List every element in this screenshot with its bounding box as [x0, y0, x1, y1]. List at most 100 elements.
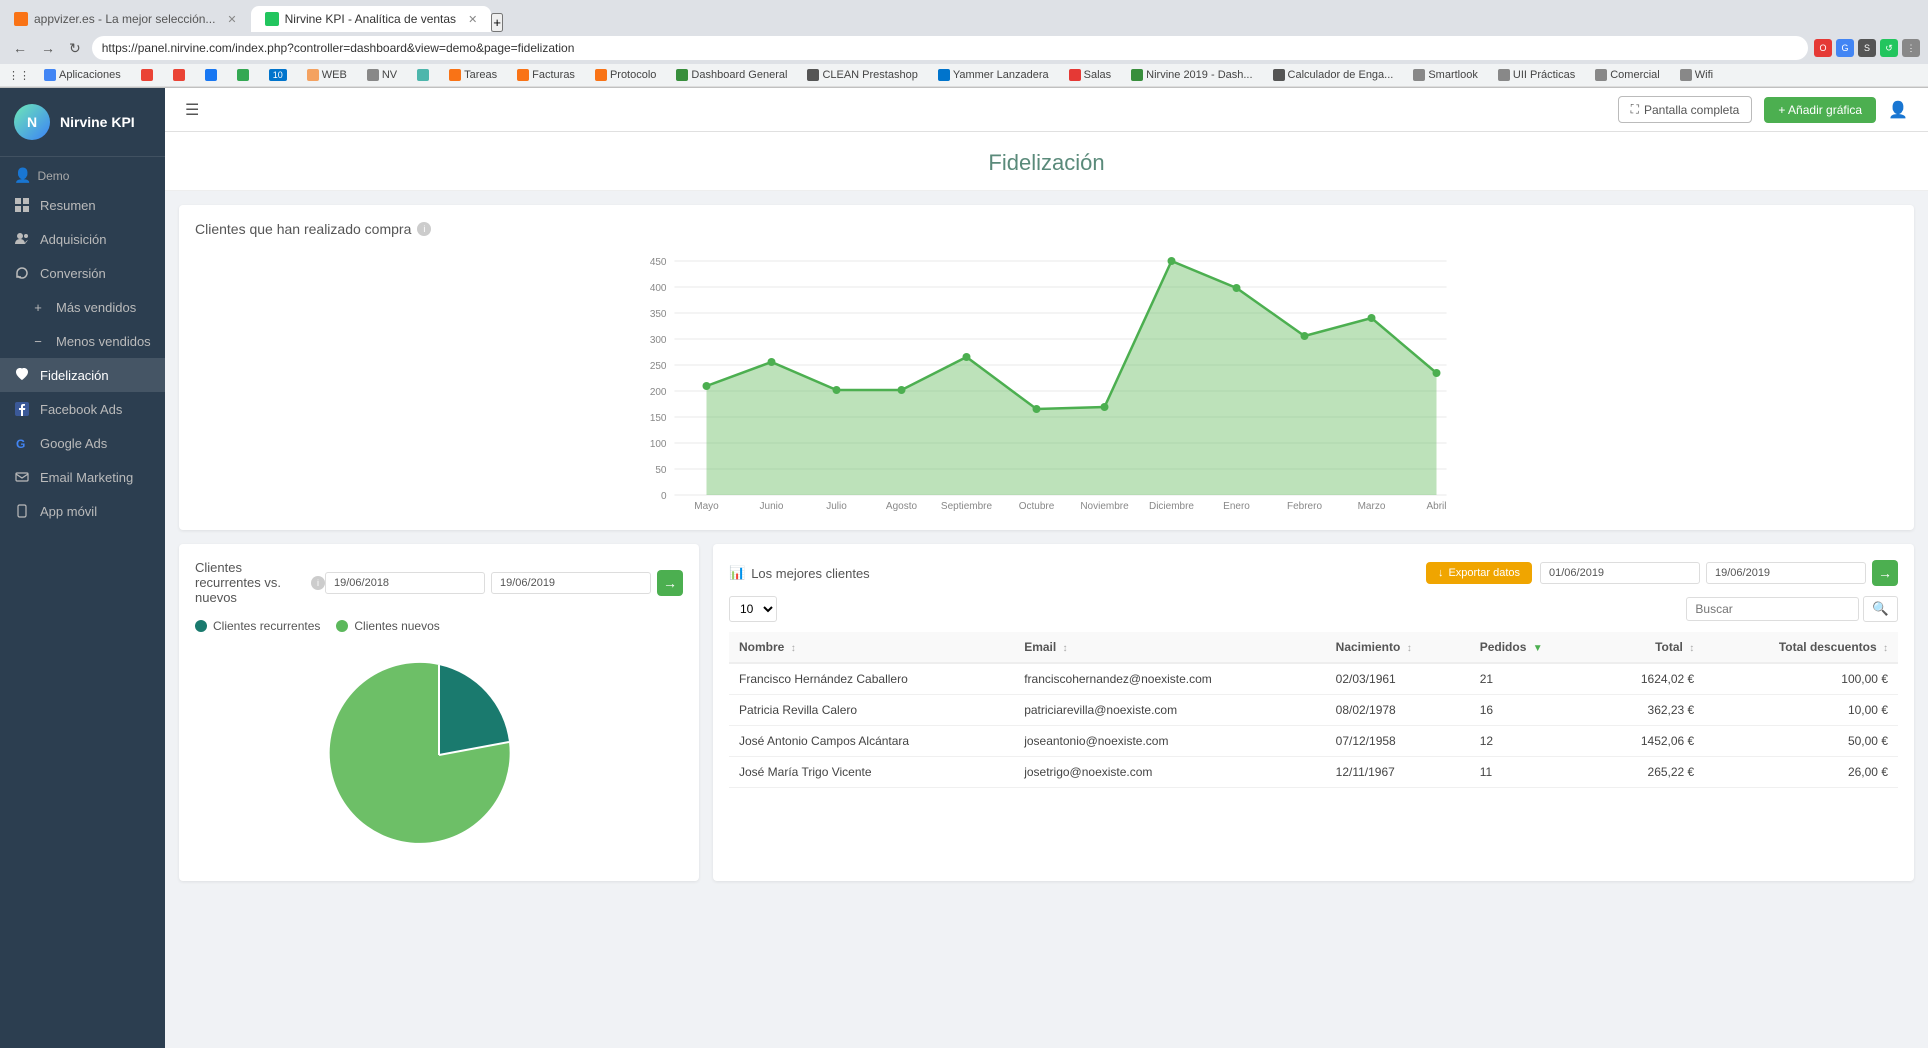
search-input[interactable] — [1686, 597, 1859, 621]
close-tab-appvizer[interactable]: ✕ — [227, 13, 236, 26]
svg-text:G: G — [16, 437, 25, 450]
th-nacimiento[interactable]: Nacimiento ↕ — [1326, 632, 1470, 663]
sort-email-icon[interactable]: ↕ — [1063, 643, 1068, 654]
forward-button[interactable]: → — [36, 37, 60, 60]
bookmark-protocolo[interactable]: Protocolo — [589, 67, 662, 83]
th-total[interactable]: Total ↕ — [1594, 632, 1704, 663]
clientes-table: Nombre ↕ Email ↕ Nacimiento ↕ — [729, 632, 1898, 788]
chart-container: 450 400 350 300 250 200 150 100 50 0 — [195, 251, 1898, 514]
ext-misc1[interactable]: S — [1858, 39, 1876, 57]
bookmark-facturas[interactable]: Facturas — [511, 67, 581, 83]
th-total-descuentos[interactable]: Total descuentos ↕ — [1704, 632, 1898, 663]
ext-misc2[interactable]: ↺ — [1880, 39, 1898, 57]
mejores-date-from[interactable] — [1540, 562, 1700, 584]
bookmarks-label: ⋮⋮ — [8, 69, 30, 82]
app-container: N Nirvine KPI 👤 Demo Resumen Adquisición… — [0, 88, 1928, 1048]
sidebar-item-google-ads[interactable]: G Google Ads — [0, 426, 165, 460]
bookmark-yammer[interactable]: Yammer Lanzadera — [932, 67, 1055, 83]
sidebar-item-facebook-ads[interactable]: Facebook Ads — [0, 392, 165, 426]
tab-nirvine[interactable]: Nirvine KPI - Analítica de ventas ✕ — [251, 6, 492, 32]
sort-nacimiento-icon[interactable]: ↕ — [1407, 643, 1412, 654]
back-button[interactable]: ← — [8, 37, 32, 60]
chart-info-icon[interactable]: i — [417, 222, 431, 236]
logo-letter: N — [27, 114, 37, 130]
cell-total: 1624,02 € — [1594, 663, 1704, 695]
ext-opera[interactable]: O — [1814, 39, 1832, 57]
svg-text:Marzo: Marzo — [1358, 501, 1386, 511]
fidelizacion-label: Fidelización — [40, 368, 109, 383]
facebook-ads-label: Facebook Ads — [40, 402, 122, 417]
recurrentes-info-icon[interactable]: i — [311, 576, 325, 590]
chart-point-noviembre — [1101, 403, 1109, 411]
bookmark-arrow[interactable] — [411, 67, 435, 83]
sidebar-item-mas-vendidos[interactable]: + Más vendidos — [0, 290, 165, 324]
bookmark-salas-label: Salas — [1084, 69, 1112, 81]
sidebar-item-resumen[interactable]: Resumen — [0, 188, 165, 222]
sidebar-item-menos-vendidos[interactable]: − Menos vendidos — [0, 324, 165, 358]
bookmark-dashboard-label: Dashboard General — [691, 69, 787, 81]
sort-descuentos-icon[interactable]: ↕ — [1883, 643, 1888, 654]
table-row: José María Trigo Vicente josetrigo@noexi… — [729, 757, 1898, 788]
bookmark-clean[interactable]: CLEAN Prestashop — [801, 67, 923, 83]
sidebar-item-adquisicion[interactable]: Adquisición — [0, 222, 165, 256]
mejores-date-to[interactable] — [1706, 562, 1866, 584]
chart-point-octubre — [1033, 405, 1041, 413]
ext-misc3[interactable]: ⋮ — [1902, 39, 1920, 57]
export-icon: ↓ — [1438, 567, 1444, 579]
bookmark-dashboard[interactable]: Dashboard General — [670, 67, 793, 83]
cell-pedidos: 11 — [1470, 757, 1594, 788]
sidebar-item-conversion[interactable]: Conversión — [0, 256, 165, 290]
count-select[interactable]: 10 25 50 — [729, 596, 777, 622]
bookmark-10[interactable]: 10 — [263, 67, 293, 83]
search-button[interactable]: 🔍 — [1863, 596, 1898, 622]
bookmark-g[interactable] — [135, 67, 159, 83]
sidebar-item-email-marketing[interactable]: Email Marketing — [0, 460, 165, 494]
bookmark-web[interactable]: WEB — [301, 67, 353, 83]
sidebar-item-fidelizacion[interactable]: Fidelización — [0, 358, 165, 392]
sort-total-icon[interactable]: ↕ — [1689, 643, 1694, 654]
line-chart-svg: 450 400 350 300 250 200 150 100 50 0 — [195, 251, 1898, 511]
reload-button[interactable]: ↻ — [64, 37, 86, 60]
bookmark-gmail[interactable] — [167, 67, 191, 83]
sort-pedidos-icon[interactable]: ▼ — [1533, 643, 1543, 654]
hamburger-icon[interactable]: ☰ — [185, 100, 199, 120]
bookmark-smartlook[interactable]: Smartlook — [1407, 67, 1484, 83]
th-email[interactable]: Email ↕ — [1014, 632, 1325, 663]
minus-icon: − — [30, 333, 46, 349]
export-button[interactable]: ↓ Exportar datos — [1426, 562, 1532, 584]
nav-buttons: ← → ↻ — [8, 37, 86, 60]
bookmark-comercial[interactable]: Comercial — [1589, 67, 1666, 83]
bookmark-aplicaciones[interactable]: Aplicaciones — [38, 67, 127, 83]
bookmark-wifi[interactable]: Wifi — [1674, 67, 1719, 83]
bookmark-green[interactable] — [231, 67, 255, 83]
sidebar-item-app-movil[interactable]: App móvil — [0, 494, 165, 528]
new-tab-button[interactable]: + — [491, 13, 503, 32]
ext-google[interactable]: G — [1836, 39, 1854, 57]
table-row: José Antonio Campos Alcántara joseantoni… — [729, 726, 1898, 757]
bookmark-nirvine[interactable]: Nirvine 2019 - Dash... — [1125, 67, 1258, 83]
svg-text:Noviembre: Noviembre — [1080, 501, 1129, 511]
url-input[interactable] — [92, 36, 1808, 60]
add-grafica-button[interactable]: + Añadir gráfica — [1764, 97, 1876, 123]
th-pedidos[interactable]: Pedidos ▼ — [1470, 632, 1594, 663]
resumen-label: Resumen — [40, 198, 96, 213]
sort-nombre-icon[interactable]: ↕ — [791, 643, 796, 654]
close-tab-nirvine[interactable]: ✕ — [468, 13, 477, 26]
recurrentes-go-button[interactable]: → — [657, 570, 683, 596]
th-nombre[interactable]: Nombre ↕ — [729, 632, 1014, 663]
bookmark-salas[interactable]: Salas — [1063, 67, 1118, 83]
bookmark-uii[interactable]: UII Prácticas — [1492, 67, 1581, 83]
recurrentes-date-from[interactable] — [325, 572, 485, 594]
table-header-row: Nombre ↕ Email ↕ Nacimiento ↕ — [729, 632, 1898, 663]
bookmark-fb[interactable] — [199, 67, 223, 83]
favicon-appvizer — [14, 12, 28, 26]
legend-label-recurrentes: Clientes recurrentes — [213, 619, 320, 633]
user-menu-button[interactable]: 👤 — [1888, 100, 1908, 120]
bookmark-tareas[interactable]: Tareas — [443, 67, 503, 83]
bookmark-nv[interactable]: NV — [361, 67, 403, 83]
bookmark-calculador[interactable]: Calculador de Enga... — [1267, 67, 1400, 83]
mejores-go-button[interactable]: → — [1872, 560, 1898, 586]
tab-appvizer[interactable]: appvizer.es - La mejor selección... ✕ — [0, 6, 251, 32]
recurrentes-date-to[interactable] — [491, 572, 651, 594]
pantalla-completa-button[interactable]: ⛶ Pantalla completa — [1618, 96, 1753, 123]
